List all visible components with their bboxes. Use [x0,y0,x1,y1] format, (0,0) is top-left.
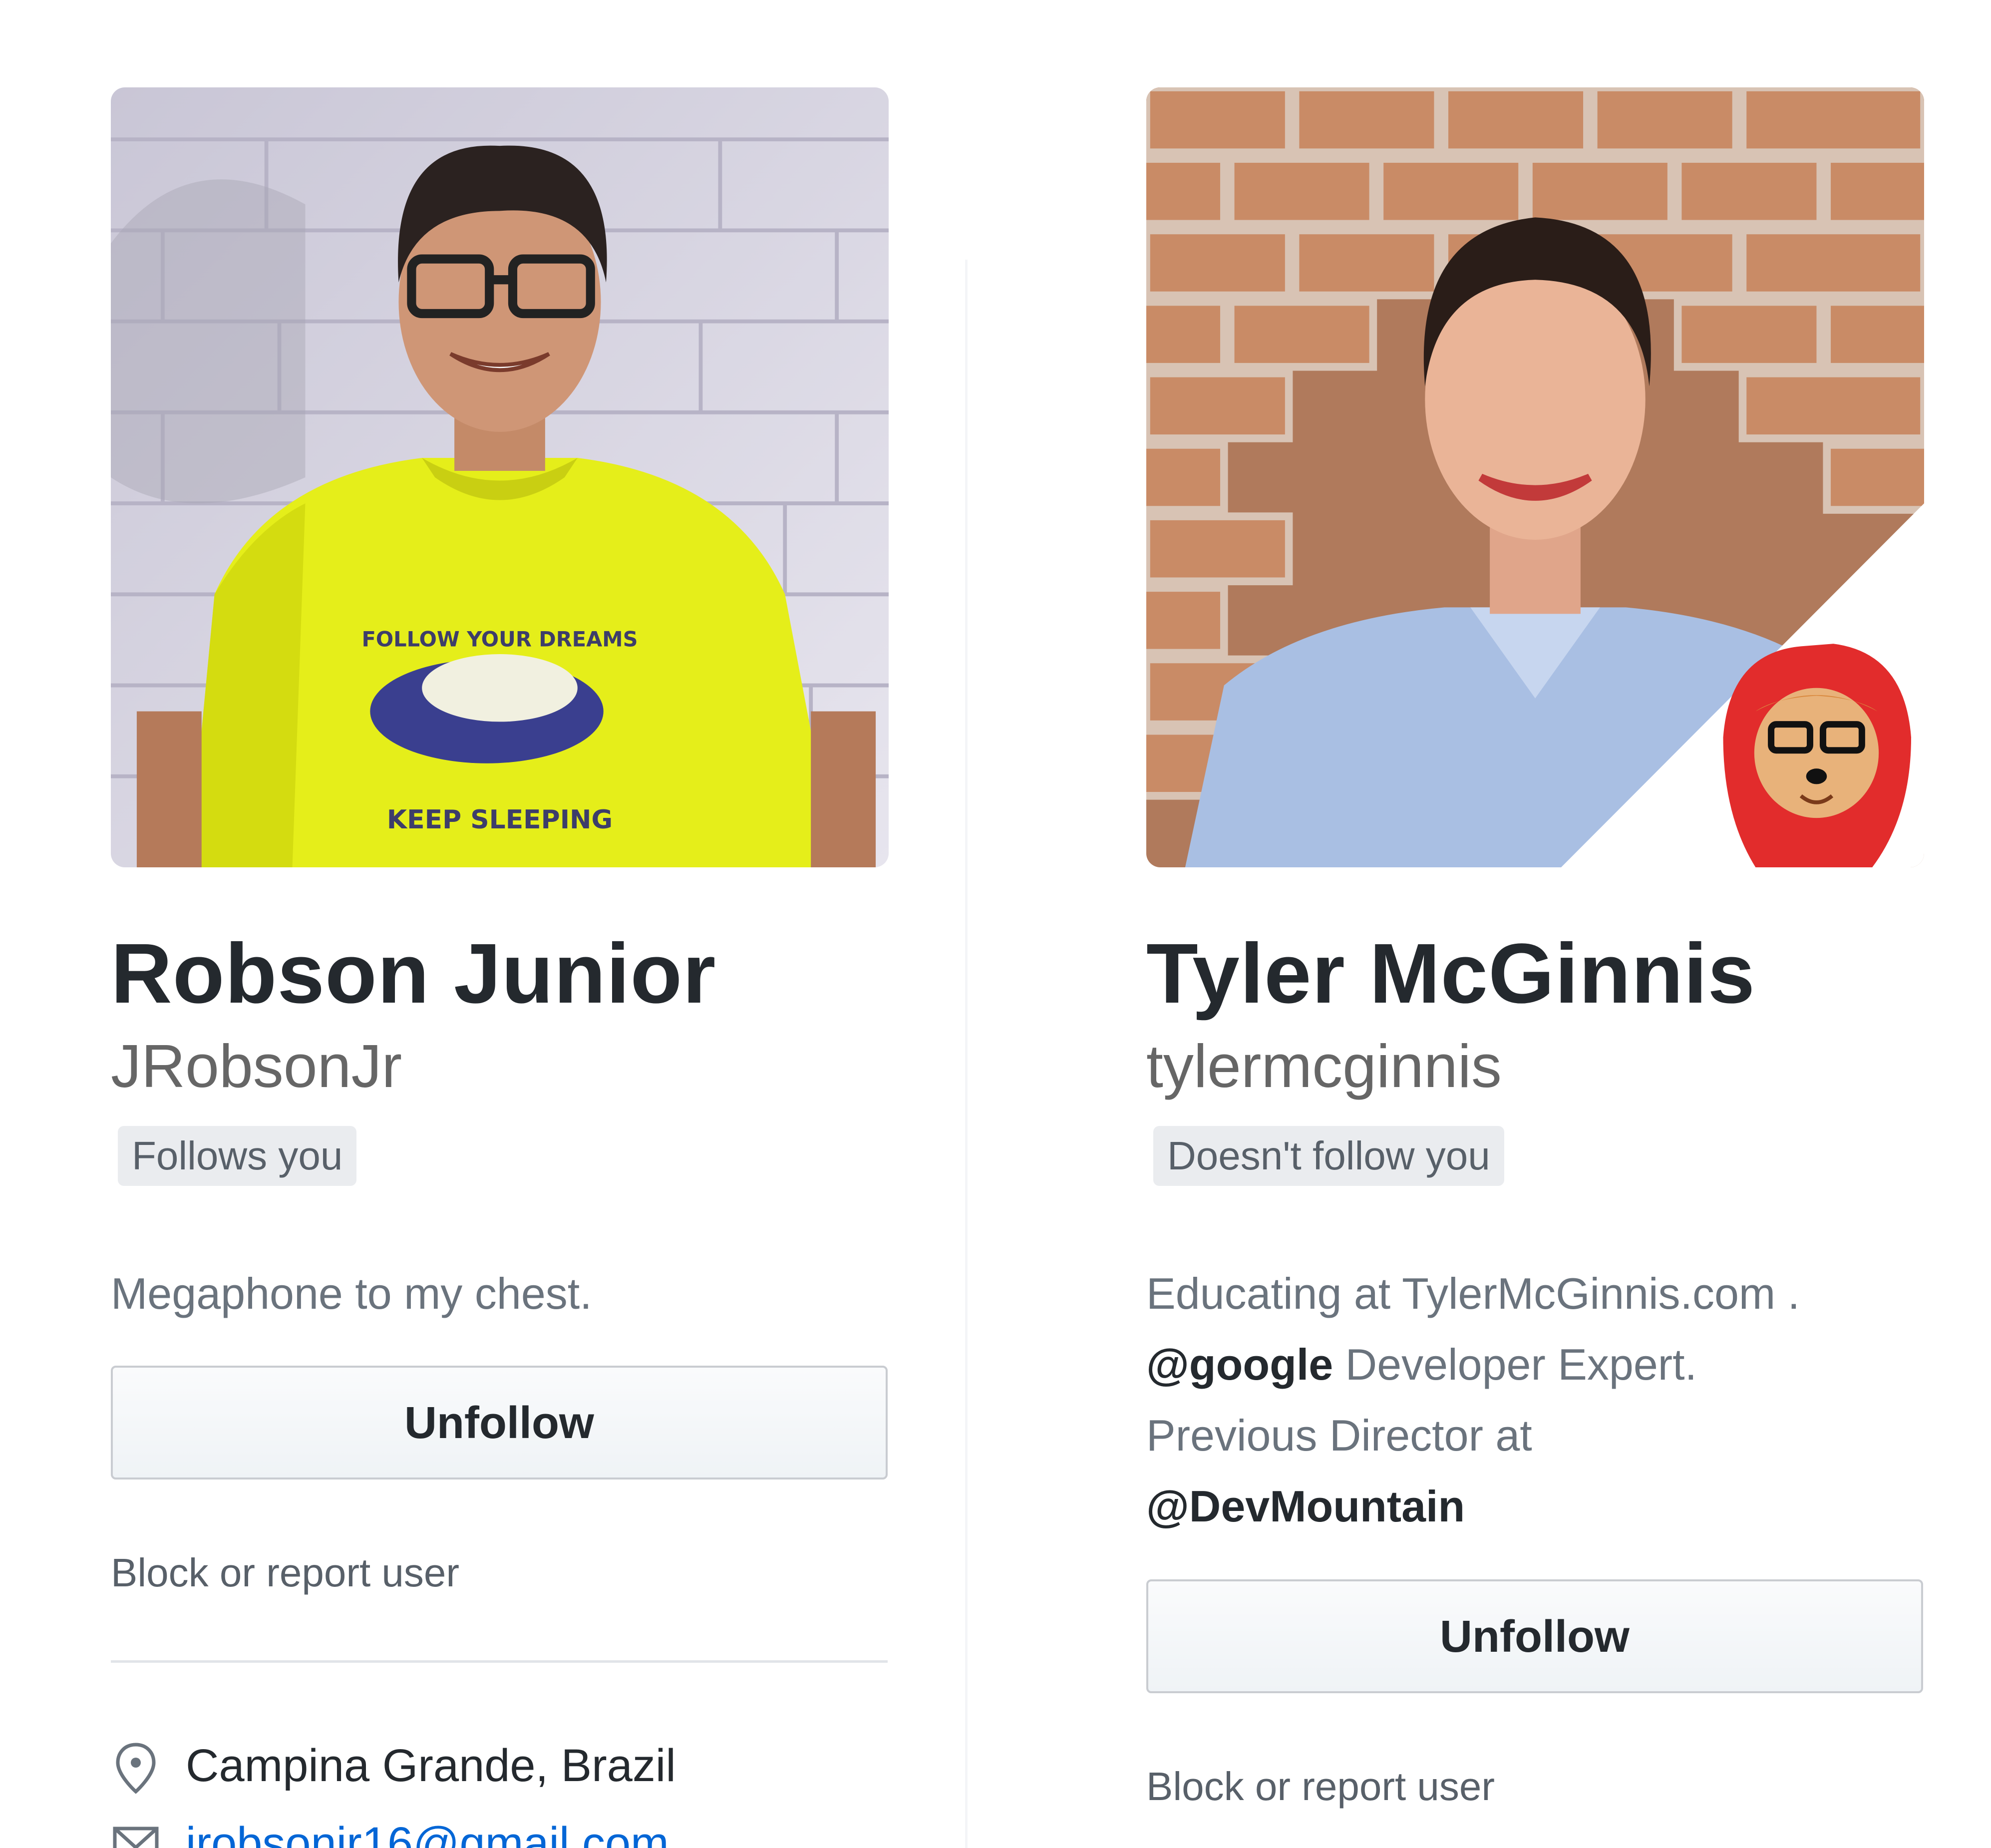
profile-username: JRobsonJr [111,1032,402,1100]
follow-status-badge: Follows you [118,1126,357,1186]
profile-comparison: FOLLOW YOUR DREAMS KEEP SLEEPING Robson … [0,0,1991,1848]
profile-name: Tyler McGinnis [1146,926,1756,1021]
avatar-tyler[interactable] [1146,87,1924,867]
section-divider [111,1660,888,1663]
profile-name: Robson Junior [111,926,716,1021]
column-divider [965,260,968,1848]
mail-icon [113,1827,159,1848]
follow-status-badge: Doesn't follow you [1153,1126,1504,1186]
location-pin-icon [116,1743,156,1794]
unfollow-button[interactable]: Unfollow [1146,1579,1923,1693]
shirt-text-bottom: KEEP SLEEPING [387,805,613,835]
profile-card-robson: FOLLOW YOUR DREAMS KEEP SLEEPING Robson … [111,0,890,1848]
avatar-robson[interactable]: FOLLOW YOUR DREAMS KEEP SLEEPING [111,87,889,867]
bio-line-2-text: Developer Expert. [1333,1340,1697,1389]
email-link[interactable]: jrobsonjr16@gmail.com [186,1809,669,1848]
avatar-robson-image: FOLLOW YOUR DREAMS KEEP SLEEPING [111,87,889,867]
bio-line-3: Previous Director at [1146,1411,1532,1460]
profile-bio: Educating at TylerMcGinnis.com . @google… [1146,1258,1925,1542]
bio-line-4: @DevMountain [1146,1471,1925,1542]
mention-devmountain-link[interactable]: @DevMountain [1146,1481,1465,1531]
profile-username: tylermcginnis [1146,1032,1502,1100]
unfollow-button[interactable]: Unfollow [111,1366,888,1479]
bio-line-2: @google Developer Expert. [1146,1329,1925,1400]
location-text: Campina Grande, Brazil [186,1740,676,1791]
bio-line-1: Educating at TylerMcGinnis.com . [1146,1269,1800,1318]
profile-card-tyler: Tyler McGinnis tylermcginnis Doesn't fol… [1146,0,1925,1848]
block-report-link[interactable]: Block or report user [1146,1762,1495,1812]
mention-google-link[interactable]: @google [1146,1340,1333,1389]
shirt-text-top: FOLLOW YOUR DREAMS [361,627,638,651]
block-report-link[interactable]: Block or report user [111,1548,459,1598]
avatar-tyler-image [1146,87,1924,867]
profile-bio: Megaphone to my chest. [111,1269,592,1318]
